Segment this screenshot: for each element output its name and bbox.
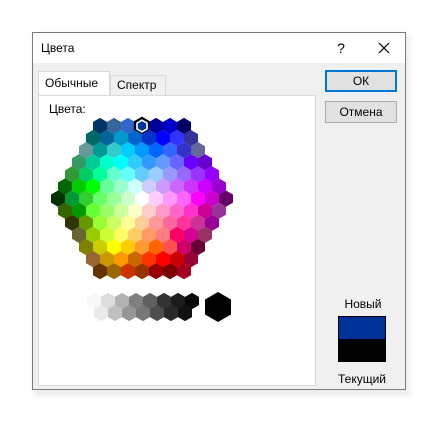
current-color-label: Текущий [338, 372, 386, 386]
tab-spectrum[interactable]: Спектр [110, 75, 166, 95]
colors-dialog: Цвета ? Обычные Спектр Цвета: ОК Отмена … [32, 32, 406, 390]
current-color-swatch [338, 339, 386, 362]
color-palette [51, 116, 233, 322]
new-color-swatch [338, 316, 386, 339]
help-button[interactable]: ? [333, 37, 349, 59]
cancel-button[interactable]: Отмена [325, 101, 397, 123]
tab-panel-standard: Цвета: [38, 95, 316, 386]
dialog-title: Цвета [41, 41, 75, 55]
new-color-label: Новый [344, 297, 382, 311]
tab-standard[interactable]: Обычные [38, 71, 110, 95]
close-icon [378, 42, 390, 54]
black-swatch[interactable] [205, 292, 231, 322]
title-bar[interactable]: Цвета ? [33, 33, 405, 63]
ok-button[interactable]: ОК [325, 70, 397, 92]
close-button[interactable] [373, 38, 395, 58]
